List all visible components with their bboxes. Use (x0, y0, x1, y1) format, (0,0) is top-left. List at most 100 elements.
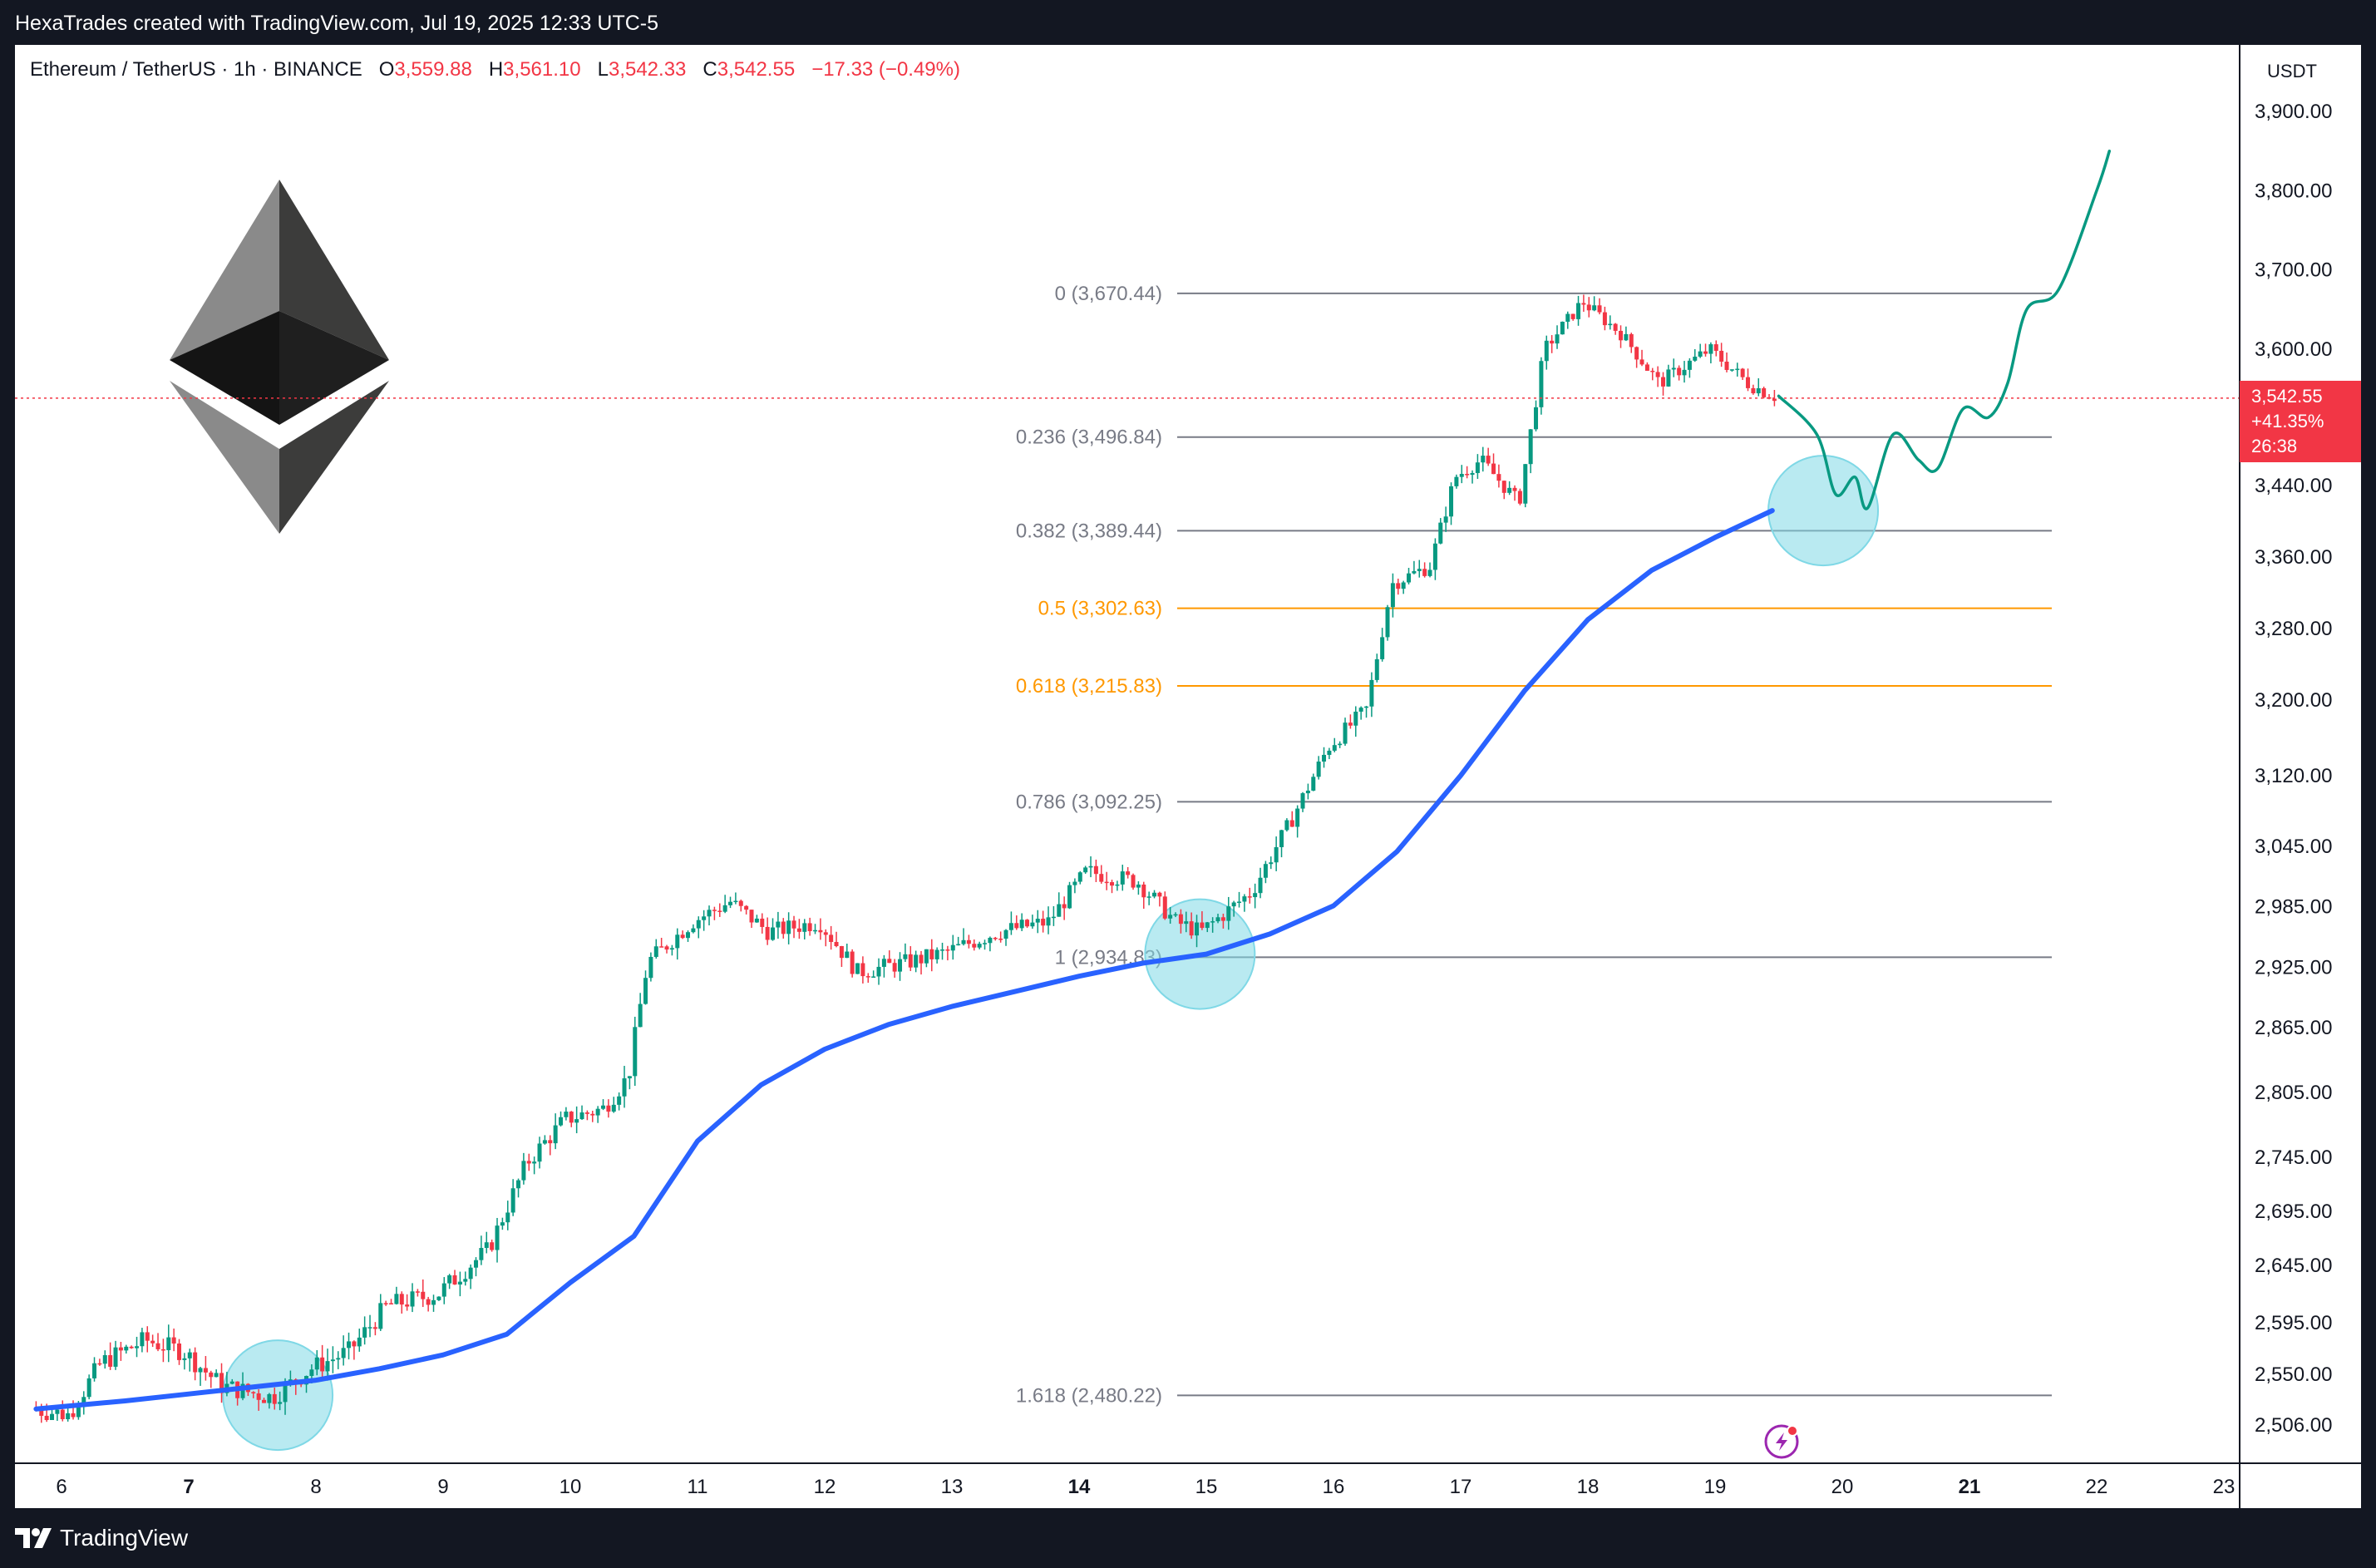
candle-body (845, 951, 850, 959)
candle-body (86, 1378, 91, 1398)
candle-body (1708, 344, 1713, 354)
candle-body (1655, 372, 1660, 377)
candle-body (796, 928, 801, 932)
y-tick-label: 2,645.00 (2255, 1255, 2332, 1277)
lightning-icon[interactable] (1764, 1424, 1799, 1459)
y-tick-label: 2,985.00 (2255, 896, 2332, 919)
x-tick-label: 15 (1195, 1476, 1218, 1498)
candle-body (347, 1341, 352, 1349)
candle-body (823, 932, 828, 935)
ema-line[interactable] (33, 508, 1775, 1412)
candle-body (1008, 923, 1013, 930)
candle-body (1162, 896, 1167, 919)
candle-body (256, 1393, 261, 1400)
candle-body (553, 1125, 558, 1144)
candle-body (1258, 877, 1263, 894)
candle-body (394, 1294, 399, 1304)
candle-body (559, 1117, 564, 1126)
candle-body (389, 1303, 394, 1304)
y-tick-label: 3,360.00 (2255, 546, 2332, 569)
candle-body (320, 1357, 325, 1372)
symbol-label[interactable]: Ethereum / TetherUS · 1h · BINANCE (30, 58, 362, 81)
candle-body (1619, 330, 1624, 341)
candle-body (1093, 865, 1098, 875)
candle-body (887, 959, 892, 964)
candle-body (1247, 896, 1252, 898)
candle-body (150, 1340, 155, 1344)
candle-body (669, 948, 674, 950)
candle-body (850, 951, 855, 974)
candle-body (341, 1348, 346, 1358)
candle-body (1126, 871, 1131, 875)
candle-body (1762, 387, 1767, 397)
candle-body (1703, 351, 1708, 354)
candle-body (1178, 914, 1183, 925)
candle-body (1661, 377, 1666, 387)
candle-body (198, 1368, 203, 1373)
y-tick-label: 3,120.00 (2255, 765, 2332, 787)
current-price-label: 3,542.55 +41.35% 26:38 (2240, 381, 2361, 462)
chart-frame[interactable]: 0 (3,670.44) 0.236 (3,496.84) 0.382 (3,389… (15, 45, 2361, 1508)
candle-body (145, 1332, 150, 1341)
candle-body (229, 1381, 234, 1384)
tradingview-brand[interactable]: TradingView (15, 1525, 188, 1551)
candle-body (378, 1303, 383, 1329)
candle-body (1311, 777, 1316, 791)
candle-body (1443, 516, 1448, 523)
candle-body (1348, 722, 1353, 726)
candle-body (765, 926, 770, 940)
candle-body (733, 900, 738, 903)
candle-body (1067, 885, 1072, 909)
candle-body (1666, 369, 1671, 387)
candle-body (903, 954, 908, 959)
candle-body (627, 1076, 632, 1079)
y-tick-label: 3,440.00 (2255, 475, 2332, 497)
open-value: 3,559.88 (394, 58, 472, 81)
candle-body (1517, 491, 1522, 504)
chart-canvas[interactable]: 0 (3,670.44) 0.236 (3,496.84) 0.382 (3,389… (15, 45, 2361, 1508)
candle-body (1226, 906, 1231, 921)
candle-body (76, 1407, 81, 1418)
candle-body (160, 1349, 165, 1351)
candle-body (914, 954, 919, 968)
candle-body (1189, 921, 1194, 936)
candle-body (675, 934, 680, 949)
candle-body (1449, 486, 1454, 517)
candle-body (479, 1248, 484, 1260)
candle-body (1639, 359, 1644, 365)
candle-body (988, 937, 993, 944)
candle-body (410, 1291, 415, 1307)
candle-body (638, 1003, 643, 1028)
ohlc-legend: Ethereum / TetherUS · 1h · BINANCE O3,55… (30, 58, 960, 81)
candle-body (956, 944, 961, 946)
candle-body (97, 1363, 102, 1365)
candle-body (1332, 745, 1337, 751)
candle-body (934, 949, 939, 959)
candle-body (214, 1373, 219, 1378)
candle-body (60, 1409, 65, 1420)
candle-body (584, 1112, 589, 1114)
candle-body (1550, 340, 1555, 344)
candle-body (262, 1399, 267, 1403)
candle-body (436, 1296, 441, 1300)
candle-body (791, 920, 796, 929)
candle-body (1083, 867, 1088, 873)
candle-body (966, 939, 971, 944)
candle-body (993, 937, 998, 939)
candle-body (940, 949, 945, 951)
close-label: C (702, 58, 717, 81)
candle-body (1555, 334, 1560, 344)
x-tick-label: 23 (2213, 1476, 2236, 1498)
candle-body (1560, 321, 1565, 335)
currency-selector[interactable]: USDT (2255, 55, 2329, 88)
candle-body (1173, 914, 1178, 916)
candle-body (839, 946, 844, 959)
y-tick-label: 3,280.00 (2255, 618, 2332, 640)
candle-body (336, 1358, 341, 1360)
candle-body (1115, 884, 1120, 886)
candle-body (182, 1358, 187, 1360)
candle-body (155, 1343, 160, 1349)
candle-body (1592, 305, 1597, 311)
candle-body (1030, 922, 1035, 927)
candle-body (807, 923, 812, 932)
